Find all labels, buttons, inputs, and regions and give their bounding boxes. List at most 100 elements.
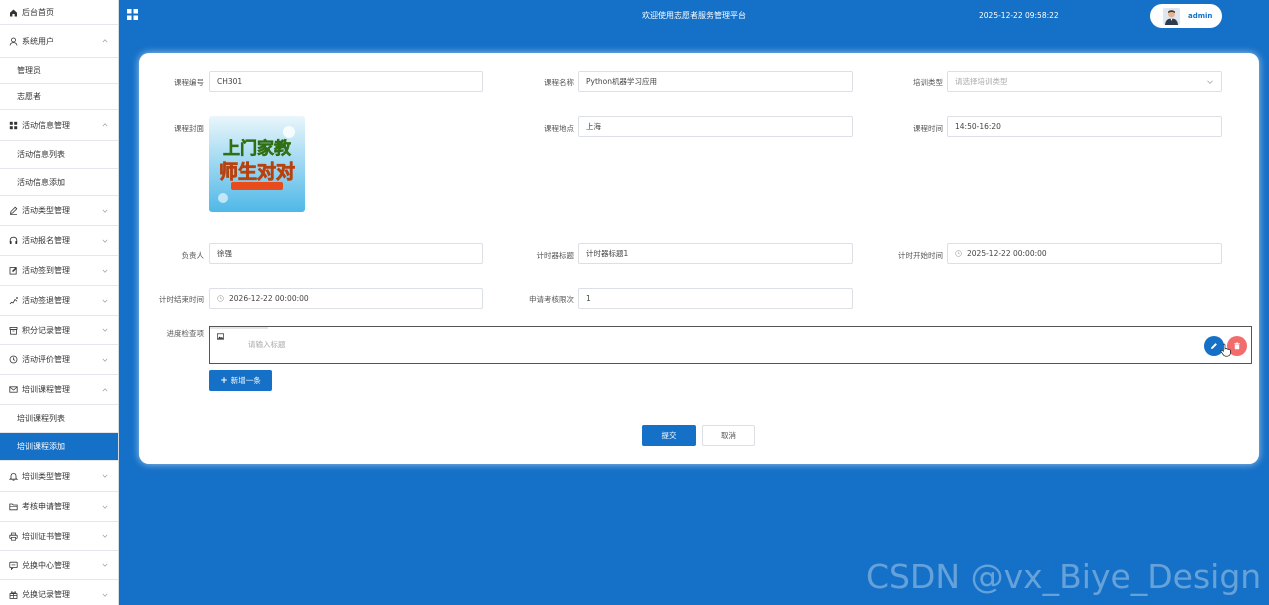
course-no-label: 课程编号 — [174, 78, 204, 87]
submit-button[interactable]: 提交 — [642, 425, 696, 446]
sidebar-item-label: 培训课程管理 — [22, 385, 70, 394]
image-icon[interactable] — [217, 333, 224, 340]
mail-icon — [8, 385, 18, 395]
sidebar-item[interactable]: 积分记录管理 — [0, 316, 118, 345]
sidebar-item[interactable]: 兑换中心管理 — [0, 551, 118, 580]
user-icon — [8, 36, 18, 46]
chevron-down-icon — [1207, 80, 1213, 84]
folder-icon — [8, 502, 18, 512]
sidebar-subitem[interactable]: 活动信息添加 — [0, 169, 118, 196]
sidebar-item-label: 后台首页 — [22, 7, 54, 17]
location-label: 课程地点 — [544, 124, 574, 133]
sidebar-item-label: 兑换记录管理 — [22, 590, 70, 599]
chevron-down-icon — [102, 533, 108, 539]
header-title: 欢迎使用志愿者服务管理平台 — [642, 11, 746, 20]
leader-input[interactable]: 徐强 — [209, 243, 483, 264]
sidebar-item[interactable]: 考核申请管理 — [0, 492, 118, 522]
add-item-label: 新增一条 — [230, 376, 261, 385]
sidebar-item-label: 兑换中心管理 — [22, 560, 70, 570]
hand-cursor-icon — [1220, 343, 1231, 357]
chevron-down-icon — [102, 504, 108, 510]
exam-times-label: 申请考核限次 — [529, 295, 574, 304]
chevron-down-icon — [102, 238, 108, 244]
sidebar-item[interactable]: 系统用户 — [0, 25, 118, 58]
cover-label: 课程封面 — [174, 124, 204, 133]
timer-end-input[interactable]: 2026-12-22 00:00:00 — [209, 288, 483, 309]
timer-start-value: 2025-12-22 00:00:00 — [967, 249, 1047, 258]
headset-icon — [8, 236, 18, 246]
timer-title-value: 计时器标题1 — [586, 249, 629, 258]
time-input[interactable]: 14:50-16:20 — [947, 116, 1222, 137]
sidebar: 后台首页 系统用户 管理员 志愿者 活动信息管理 活动信息列表 活动信息添加 活动类型管理 活动… — [0, 0, 119, 605]
sidebar-item[interactable]: 培训课程管理 — [0, 375, 118, 405]
sidebar-item-label: 活动签到管理 — [22, 266, 70, 275]
sidebar-item[interactable]: 活动报名管理 — [0, 226, 118, 256]
sidebar-item-label: 活动签退管理 — [22, 296, 70, 305]
location-input[interactable]: 上海 — [578, 116, 853, 137]
timer-start-input[interactable]: 2025-12-22 00:00:00 — [947, 243, 1222, 264]
sidebar-item[interactable]: 兑换记录管理 — [0, 580, 118, 605]
sidebar-item-label: 培训类型管理 — [22, 471, 70, 481]
edit-icon — [8, 266, 18, 276]
exam-times-input[interactable]: 1 — [578, 288, 853, 309]
chevron-down-icon — [102, 298, 108, 304]
leader-value: 徐强 — [217, 249, 232, 258]
course-no-input[interactable]: CH301 — [209, 71, 483, 92]
home-icon — [8, 7, 18, 17]
sidebar-item-label: 积分记录管理 — [22, 325, 70, 335]
bell-icon — [8, 471, 18, 481]
editor-placeholder: 请输入标题 — [248, 340, 286, 349]
chevron-up-icon — [102, 38, 108, 44]
sidebar-item[interactable]: 后台首页 — [0, 0, 118, 25]
sidebar-item-label: 系统用户 — [22, 36, 54, 46]
time-value: 14:50-16:20 — [955, 122, 1001, 131]
timer-title-label: 计时器标题 — [536, 251, 575, 260]
sidebar-item[interactable]: 活动类型管理 — [0, 196, 118, 226]
sidebar-item-label: 培训课程列表 — [17, 414, 65, 423]
course-no-value: CH301 — [217, 77, 243, 86]
pen-icon — [8, 206, 18, 216]
sidebar-item-label: 管理员 — [17, 66, 41, 75]
sidebar-subitem[interactable]: 培训课程添加 — [0, 433, 118, 461]
leader-label: 负责人 — [181, 251, 205, 260]
printer-icon — [8, 531, 18, 541]
sidebar-item[interactable]: 培训类型管理 — [0, 461, 118, 492]
course-name-input[interactable]: Python机器学习应用 — [578, 71, 853, 92]
training-type-label: 培训类型 — [913, 78, 943, 87]
sidebar-item-label: 志愿者 — [17, 92, 41, 101]
cover-text-bottom: 师生对对 — [219, 160, 295, 183]
avatar — [1163, 7, 1180, 25]
sidebar-subitem[interactable]: 管理员 — [0, 58, 118, 84]
sidebar-item-label: 活动评价管理 — [22, 355, 70, 364]
training-type-select[interactable]: 请选择培训类型 — [947, 71, 1222, 92]
timer-title-input[interactable]: 计时器标题1 — [578, 243, 853, 264]
header-datetime: 2025-12-22 09:58:22 — [979, 11, 1059, 20]
course-name-label: 课程名称 — [544, 78, 574, 87]
sidebar-item-label: 活动类型管理 — [22, 206, 70, 215]
sidebar-subitem[interactable]: 培训课程列表 — [0, 405, 118, 433]
sidebar-item[interactable]: 培训证书管理 — [0, 522, 118, 551]
sidebar-item[interactable]: 活动签退管理 — [0, 286, 118, 316]
progress-label: 进度检查项 — [166, 329, 205, 338]
cancel-button[interactable]: 取消 — [702, 425, 755, 446]
user-menu[interactable]: admin — [1150, 4, 1222, 28]
sidebar-item[interactable]: 活动信息管理 — [0, 110, 118, 141]
exam-times-value: 1 — [586, 294, 591, 303]
sidebar-item-label: 活动信息添加 — [17, 177, 65, 187]
chevron-down-icon — [102, 562, 108, 568]
chevron-down-icon — [102, 208, 108, 214]
sidebar-subitem[interactable]: 活动信息列表 — [0, 141, 118, 169]
add-item-button[interactable]: + 新增一条 — [209, 370, 272, 391]
cover-text-top: 上门家教 — [223, 138, 292, 159]
sidebar-item[interactable]: 活动评价管理 — [0, 345, 118, 375]
editor-divider — [210, 327, 268, 329]
sidebar-item[interactable]: 活动签到管理 — [0, 256, 118, 286]
message-icon — [8, 560, 18, 570]
box-icon — [8, 325, 18, 335]
clock-icon — [217, 295, 224, 302]
progress-item-editor[interactable]: 请输入标题 — [209, 326, 1252, 364]
location-value: 上海 — [586, 122, 601, 131]
watermark: CSDN @vx_Biye_Design — [866, 557, 1262, 596]
course-cover-image[interactable]: 上门家教 师生对对 — [209, 116, 305, 212]
sidebar-subitem[interactable]: 志愿者 — [0, 84, 118, 110]
